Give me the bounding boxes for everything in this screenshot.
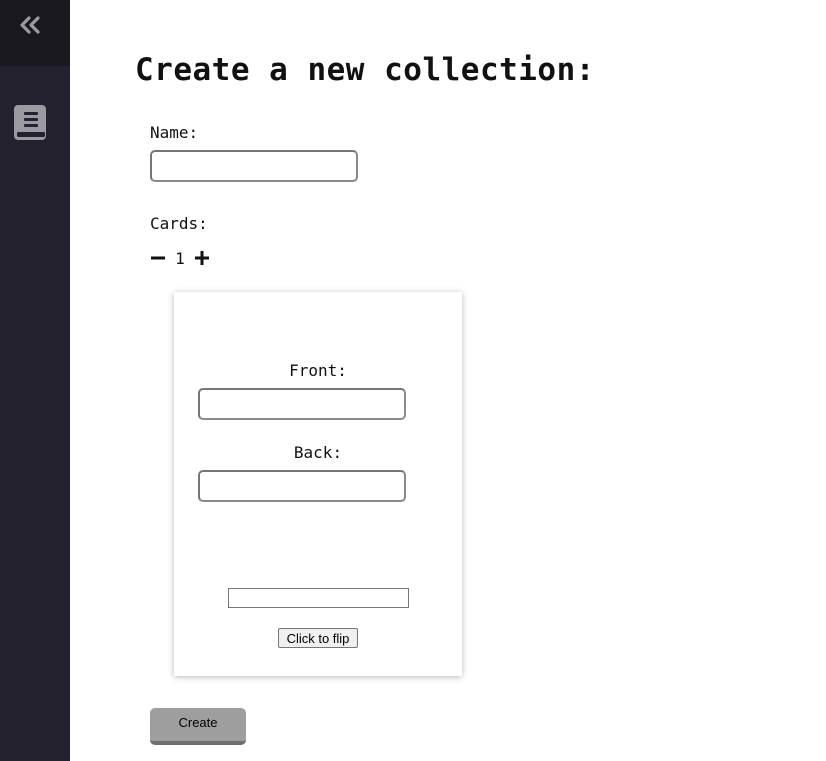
sidebar-item-collections[interactable] [13,104,47,142]
double-chevron-left-icon [20,16,40,34]
minus-icon [151,256,165,260]
flashcard-editor: Front: Back: Click to flip [174,292,462,676]
back-label: Back: [293,443,343,462]
sidebar-header [0,0,70,66]
sidebar [0,0,70,761]
back-input[interactable] [198,470,406,502]
cards-label: Cards: [150,214,208,233]
flip-card-button[interactable]: Click to flip [278,628,358,648]
collapse-sidebar-button[interactable] [17,12,43,38]
increment-cards-button[interactable] [192,248,212,268]
card-count-value: 1 [175,248,185,268]
app-window: Create a new collection: Name: Cards: 1 … [0,0,826,761]
name-label: Name: [150,123,199,142]
front-input[interactable] [198,388,406,420]
card-preview-input[interactable] [228,588,409,608]
create-button[interactable]: Create [150,708,246,745]
decrement-cards-button[interactable] [148,248,168,268]
page-title: Create a new collection: [135,52,595,88]
plus-icon [195,251,209,265]
book-icon [14,105,46,140]
front-label: Front: [289,361,347,380]
name-input[interactable] [150,150,358,182]
main-content: Create a new collection: Name: Cards: 1 … [70,0,826,761]
card-count-stepper: 1 [148,248,212,268]
